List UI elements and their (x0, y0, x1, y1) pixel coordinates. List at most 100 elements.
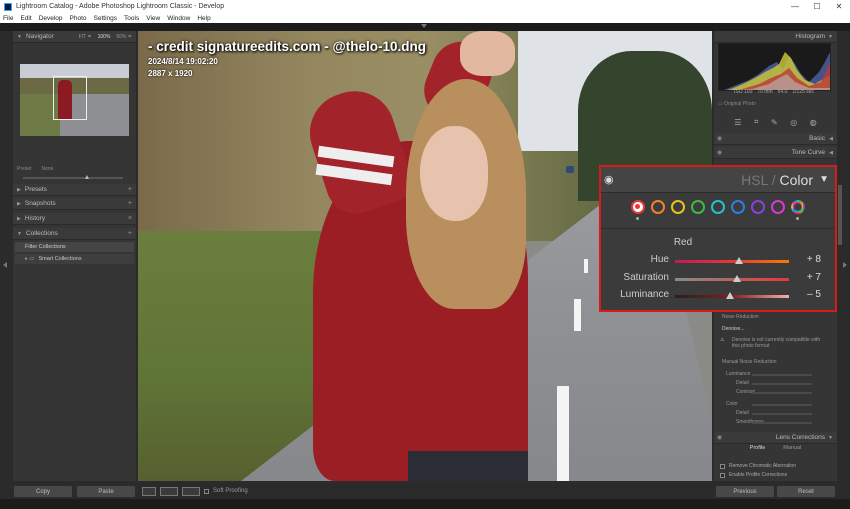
nr-contrast-slider[interactable] (752, 392, 812, 394)
navigator-zoom-rectangle[interactable] (53, 76, 87, 120)
navigator-preview[interactable] (20, 64, 129, 136)
collapse-triangle-icon[interactable]: ▼ (819, 174, 829, 185)
color-swatch[interactable] (671, 200, 685, 214)
menu-view[interactable]: View (146, 15, 160, 22)
tab-manual[interactable]: Manual (783, 445, 801, 455)
smart-collections-row[interactable]: ▸ ▭ Smart Collections (15, 254, 134, 264)
before-after-icon[interactable] (160, 486, 178, 496)
color-swatch[interactable] (691, 200, 705, 214)
histogram-header[interactable]: Histogram ▼ (714, 31, 837, 43)
show-top-panel-arrow-icon[interactable] (421, 24, 427, 28)
color-swatch[interactable] (731, 200, 745, 214)
zoom-100-option[interactable]: 100% (98, 34, 111, 40)
right-panel-scrollbar[interactable] (838, 135, 842, 475)
hue-value[interactable]: + 8 (799, 254, 821, 265)
luminance-value[interactable]: – 5 (799, 289, 821, 300)
hue-slider-knob[interactable] (734, 257, 743, 264)
navigator-title: Navigator (25, 33, 54, 40)
menu-develop[interactable]: Develop (39, 15, 63, 22)
copy-button[interactable]: Copy (14, 486, 72, 497)
color-swatch[interactable] (631, 200, 645, 214)
menu-file[interactable]: File (3, 15, 13, 22)
color-tab[interactable]: Color (780, 172, 813, 188)
navigator-header[interactable]: ▼ Navigator FIT ≑ 100% 50% ≑ (13, 31, 136, 43)
iso-value: ISO 100 (734, 89, 753, 95)
remove-ca-label: Remove Chromatic Aberration (729, 463, 796, 469)
add-snapshot-icon[interactable]: + (128, 200, 132, 207)
close-button[interactable]: ✕ (828, 2, 850, 11)
menu-help[interactable]: Help (197, 15, 210, 22)
edit-sliders-icon[interactable]: ☰ (734, 118, 741, 127)
visibility-eye-icon[interactable]: ◉ (717, 434, 722, 441)
loupe-view-icon[interactable] (142, 486, 156, 496)
photo-dimensions: 2887 x 1920 (148, 69, 193, 78)
color-swatch[interactable] (751, 200, 765, 214)
masking-icon[interactable]: ◍ (810, 118, 817, 127)
all-colors-swatch[interactable] (791, 200, 805, 214)
minimize-button[interactable]: — (784, 2, 806, 11)
zoom-fit-option[interactable]: FIT ≑ (79, 34, 92, 40)
title-bar: Lightroom Catalog - Adobe Photoshop Ligh… (0, 0, 850, 13)
soft-proofing-checkbox[interactable] (204, 488, 209, 494)
add-preset-icon[interactable]: + (128, 186, 132, 193)
preset-amount-slider[interactable] (23, 177, 123, 179)
denoise-button[interactable]: Denoise... (722, 326, 745, 332)
saturation-slider-knob[interactable] (732, 275, 741, 282)
divider (601, 228, 835, 229)
previous-button[interactable]: Previous (716, 486, 774, 497)
left-panel-toggle-icon[interactable] (3, 262, 7, 268)
nr-luminance-slider[interactable] (752, 374, 812, 376)
menu-settings[interactable]: Settings (94, 15, 118, 22)
remove-ca-checkbox-row[interactable]: Remove Chromatic Aberration (720, 463, 796, 469)
zoom-50-option[interactable]: 50% ≑ (116, 34, 132, 40)
hsl-tab[interactable]: HSL (741, 172, 768, 188)
tone-curve-section-header[interactable]: ◉ Tone Curve ◀ (714, 147, 837, 159)
visibility-eye-icon[interactable]: ◉ (604, 173, 614, 186)
tab-profile[interactable]: Profile (750, 445, 766, 455)
luminance-slider-knob[interactable] (725, 292, 734, 299)
red-eye-icon[interactable]: ◎ (790, 118, 797, 127)
nr-smoothness-slider[interactable] (752, 422, 812, 424)
window-title: Lightroom Catalog - Adobe Photoshop Ligh… (16, 3, 225, 10)
menu-window[interactable]: Window (167, 15, 190, 22)
color-swatch[interactable] (711, 200, 725, 214)
crop-icon[interactable]: ⌗ (754, 117, 759, 127)
nr-color-label: Color (726, 401, 738, 407)
enable-profile-checkbox-row[interactable]: Enable Profile Corrections (720, 472, 787, 478)
hsl-header[interactable]: ◉ HSL / Color ▼ (601, 167, 835, 193)
before-after-toggle-icon[interactable] (182, 486, 200, 496)
history-header[interactable]: ▶ History × (13, 213, 136, 225)
nr-color-slider[interactable] (752, 404, 812, 406)
presets-header[interactable]: ▶ Presets + (13, 184, 136, 196)
filter-collections-row[interactable]: Filter Collections (15, 242, 134, 252)
lens-corrections-header[interactable]: ◉ Lens Corrections ▼ (714, 432, 837, 444)
clear-history-icon[interactable]: × (128, 215, 132, 222)
basic-section-header[interactable]: ◉ Basic ◀ (714, 133, 837, 145)
nr-detail-slider[interactable] (752, 383, 812, 385)
color-swatch[interactable] (771, 200, 785, 214)
enable-profile-checkbox[interactable] (720, 472, 725, 478)
scrollbar-thumb[interactable] (838, 185, 842, 245)
histogram[interactable] (718, 43, 831, 91)
healing-brush-icon[interactable]: ✎ (771, 118, 778, 127)
visibility-eye-icon[interactable]: ◉ (717, 135, 722, 142)
maximize-button[interactable]: ☐ (806, 2, 828, 11)
visibility-eye-icon[interactable]: ◉ (717, 149, 722, 156)
add-collection-icon[interactable]: + (128, 230, 132, 237)
saturation-value[interactable]: + 7 (799, 272, 821, 283)
reset-button[interactable]: Reset (777, 486, 835, 497)
right-panel-toggle-icon[interactable] (843, 262, 847, 268)
menu-edit[interactable]: Edit (20, 15, 31, 22)
hue-slider[interactable] (675, 260, 789, 263)
collections-header[interactable]: ▼ Collections + (13, 228, 136, 240)
paste-button[interactable]: Paste (77, 486, 135, 497)
nr-color-detail-slider[interactable] (752, 413, 812, 415)
preset-amount-knob[interactable] (85, 175, 89, 179)
presets-title: Presets (24, 186, 47, 193)
filmstrip-strip[interactable] (0, 499, 850, 509)
remove-ca-checkbox[interactable] (720, 463, 725, 469)
menu-photo[interactable]: Photo (70, 15, 87, 22)
snapshots-header[interactable]: ▶ Snapshots + (13, 198, 136, 210)
menu-tools[interactable]: Tools (124, 15, 139, 22)
color-swatch[interactable] (651, 200, 665, 214)
